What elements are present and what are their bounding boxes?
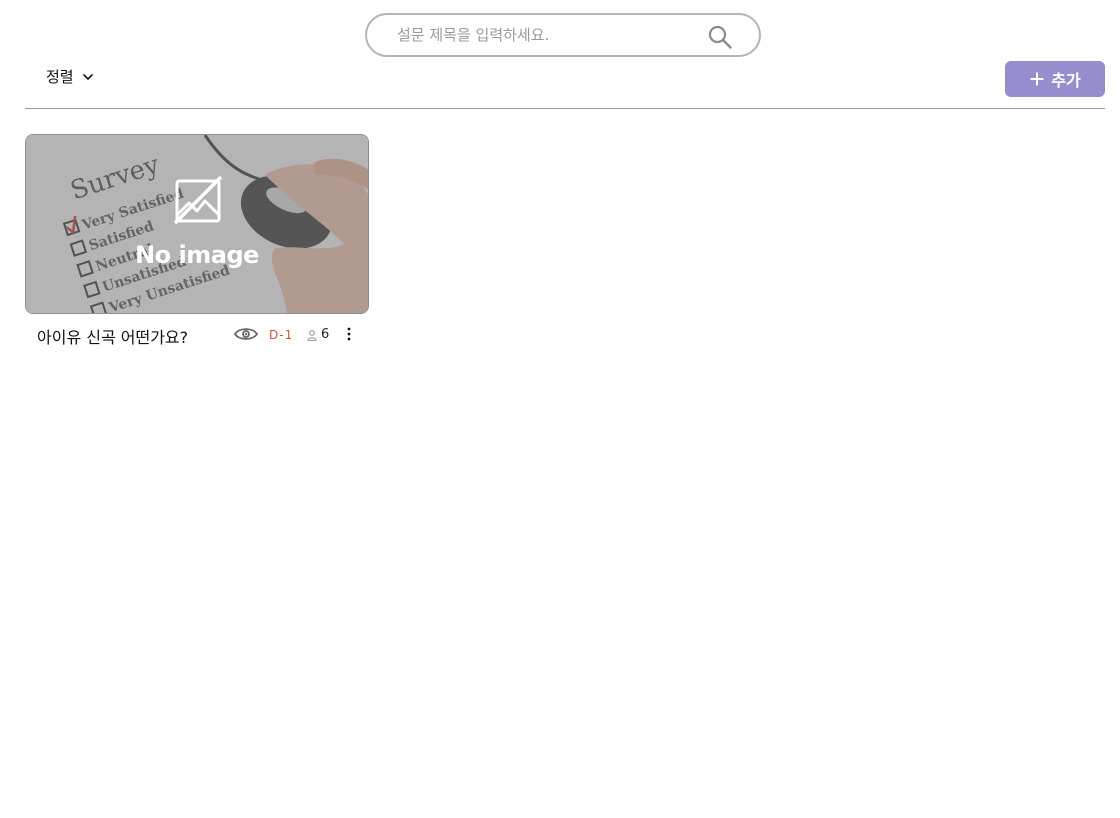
search-input[interactable] [395,19,699,51]
survey-card: Survey Very Satisfied Satisfied Neutral … [25,134,369,349]
eye-icon[interactable] [234,326,258,342]
survey-list-page: 정렬 추가 Surv [0,0,1120,818]
sort-dropdown[interactable]: 정렬 [46,66,94,87]
header-divider [25,108,1105,109]
plus-icon [1030,72,1044,86]
survey-thumbnail[interactable]: Survey Very Satisfied Satisfied Neutral … [25,134,369,314]
participant-count: 6 [321,327,330,342]
survey-title[interactable]: 아이유 신곡 어떤가요? [37,324,188,348]
dday-badge: D-1 [269,328,294,342]
no-image-label: No image [135,241,259,269]
no-image-icon [173,175,223,225]
chevron-down-icon [82,73,93,80]
person-icon [307,330,317,341]
search-bar [365,13,761,57]
more-vertical-icon[interactable] [343,326,355,342]
add-survey-button[interactable]: 추가 [1005,61,1105,97]
search-icon[interactable] [707,24,733,50]
add-button-label: 추가 [1051,71,1081,90]
sort-label: 정렬 [46,68,74,86]
survey-card-meta: 아이유 신곡 어떤가요? D-1 6 [25,320,369,348]
